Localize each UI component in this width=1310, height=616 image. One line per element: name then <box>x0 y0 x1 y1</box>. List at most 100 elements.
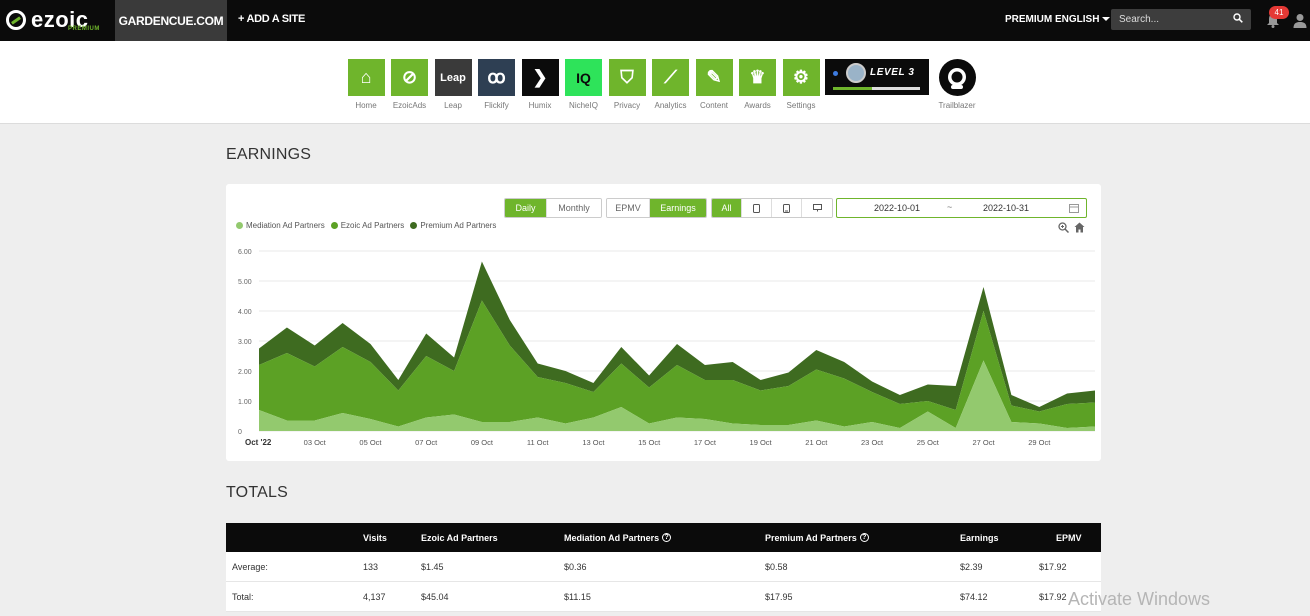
app-settings[interactable]: ⚙ Settings <box>781 59 821 110</box>
x-tick-label: 23 Oct <box>861 438 884 447</box>
app-analytics[interactable]: ⟋ Analytics <box>651 59 691 110</box>
row-label: Average: <box>232 561 268 572</box>
monthly-button[interactable]: Monthly <box>547 199 601 217</box>
legend-swatch <box>236 222 243 229</box>
trailblazer-label: Trailblazer <box>938 101 976 110</box>
premium-link[interactable]: PREMIUM <box>1005 14 1052 25</box>
cell-visits: 4,137 <box>363 591 386 602</box>
header-ezoic: Ezoic Ad Partners <box>421 532 498 543</box>
ezoicads-icon: ⊘ <box>391 59 428 96</box>
date-range-picker[interactable]: 2022-10-01 ~ 2022-10-31 <box>836 198 1087 218</box>
earnings-card: Daily Monthly EPMV Earnings All 2022-10-… <box>226 184 1101 461</box>
cell-premium: $17.95 <box>765 591 793 602</box>
privacy-icon: ⛉ <box>608 59 646 96</box>
header-premium[interactable]: Premium Ad Partners? <box>765 533 869 543</box>
mobile-icon <box>783 203 790 213</box>
all-devices-button[interactable]: All <box>712 199 742 217</box>
earnings-button[interactable]: Earnings <box>650 199 706 217</box>
legend-swatch <box>330 222 338 229</box>
x-tick-label: 19 Oct <box>750 438 773 447</box>
app-label: Humix <box>528 101 552 110</box>
period-toggle: Daily Monthly <box>504 198 602 218</box>
y-tick-label: 0 <box>238 429 242 436</box>
app-privacy[interactable]: ⛉ Privacy <box>607 59 647 110</box>
x-tick-label: 09 Oct <box>471 438 494 447</box>
x-tick-label: 07 Oct <box>415 438 438 447</box>
mobile-button[interactable] <box>772 199 802 217</box>
app-label: EzoicAds <box>392 101 427 110</box>
ezoic-logo[interactable]: ezoic PREMIUM <box>6 6 99 34</box>
level-card[interactable]: LEVEL 3 <box>825 59 929 95</box>
app-awards[interactable]: ♛ Awards <box>738 59 778 110</box>
header-mediation[interactable]: Mediation Ad Partners? <box>564 533 672 543</box>
tablet-button[interactable] <box>742 199 772 217</box>
app-home[interactable]: ⌂ Home <box>346 59 386 110</box>
legend-item[interactable]: Ezoic Ad Partners <box>330 221 404 230</box>
epmv-button[interactable]: EPMV <box>607 199 650 217</box>
home-icon[interactable] <box>1074 222 1085 233</box>
level-progress-bar <box>833 87 920 90</box>
app-label: NicheIQ <box>569 101 598 110</box>
trailblazer-app[interactable]: Trailblazer <box>934 59 980 110</box>
avatar <box>846 63 866 83</box>
astronaut-icon <box>948 67 966 89</box>
search-icon[interactable] <box>1233 13 1243 23</box>
legend-item[interactable]: Mediation Ad Partners <box>236 221 325 230</box>
app-leap[interactable]: Leap Leap <box>433 59 473 110</box>
windows-activation-watermark: Activate Windows <box>1068 589 1211 609</box>
x-tick-label: Oct '22 <box>245 438 272 447</box>
app-humix[interactable]: ❯ Humix <box>520 59 560 110</box>
app-ezoicads[interactable]: ⊘ EzoicAds <box>390 59 430 110</box>
add-site-link[interactable]: + ADD A SITE <box>238 13 305 25</box>
legend-label: Mediation Ad Partners <box>246 221 325 230</box>
y-tick-label: 2.00 <box>238 369 252 376</box>
search-input[interactable] <box>1111 9 1251 30</box>
chevron-down-icon <box>1102 17 1111 22</box>
desktop-icon <box>812 204 822 212</box>
language-dropdown[interactable]: ENGLISH <box>1055 14 1111 25</box>
help-icon[interactable]: ? <box>662 533 672 542</box>
content-icon: ✎ <box>695 59 733 96</box>
app-flickify[interactable]: ꝏ Flickify <box>477 59 517 110</box>
logo-subtitle: PREMIUM <box>68 26 100 32</box>
app-label: Settings <box>786 101 816 110</box>
totals-table: Visits Ezoic Ad Partners Mediation Ad Pa… <box>226 523 1101 612</box>
y-tick-label: 3.00 <box>238 339 252 346</box>
app-label: Content <box>699 101 729 110</box>
app-label: Leap <box>444 101 462 110</box>
app-label: Flickify <box>484 101 509 110</box>
cell-mediation: $11.15 <box>564 591 591 602</box>
table-row-average: Average: 133 $1.45 $0.36 $0.58 $2.39 $17… <box>226 552 1101 582</box>
ezoic-logo-icon <box>6 10 26 30</box>
flickify-icon: ꝏ <box>478 59 515 96</box>
trailblazer-tile <box>938 59 976 96</box>
legend-item[interactable]: Premium Ad Partners <box>410 221 496 230</box>
earnings-area-chart: 0 1.00 2.00 3.00 4.00 5.00 6.00 Oct '22 03 Oct 05… <box>238 249 1095 447</box>
help-icon[interactable]: ? <box>859 533 869 542</box>
app-nicheiq[interactable]: IQ NicheIQ <box>564 59 604 110</box>
x-tick-label: 27 Oct <box>972 438 995 447</box>
nicheiq-icon: IQ <box>565 59 602 96</box>
app-content[interactable]: ✎ Content <box>694 59 734 110</box>
y-tick-label: 5.00 <box>238 279 252 286</box>
user-icon[interactable] <box>1293 13 1307 28</box>
app-label: Analytics <box>654 101 687 110</box>
earnings-heading: EARNINGS <box>226 146 312 163</box>
table-row-total: Total: 4,137 $45.04 $11.15 $17.95 $74.12… <box>226 582 1101 612</box>
cell-earnings: $2.39 <box>960 561 983 572</box>
app-toolbar: ⌂ Home ⊘ EzoicAds Leap Leap ꝏ Flickify ❯ Humix IQ N… <box>0 41 1310 124</box>
header-premium-label: Premium Ad Partners <box>765 532 857 543</box>
level-dot <box>833 71 838 76</box>
level-text: LEVEL 3 <box>870 67 915 78</box>
site-tab[interactable]: GARDENCUE.COM <box>115 0 227 41</box>
desktop-button[interactable] <box>802 199 832 217</box>
legend-label: Premium Ad Partners <box>420 221 497 230</box>
x-tick-label: 17 Oct <box>694 438 717 447</box>
notification-badge: 41 <box>1269 6 1289 19</box>
x-tick-label: 29 Oct <box>1028 438 1051 447</box>
settings-icon: ⚙ <box>782 59 820 96</box>
cell-epmv: $17.92 <box>1039 561 1067 572</box>
device-toggle: All <box>711 198 833 218</box>
zoom-icon[interactable] <box>1058 222 1069 233</box>
daily-button[interactable]: Daily <box>505 199 547 217</box>
